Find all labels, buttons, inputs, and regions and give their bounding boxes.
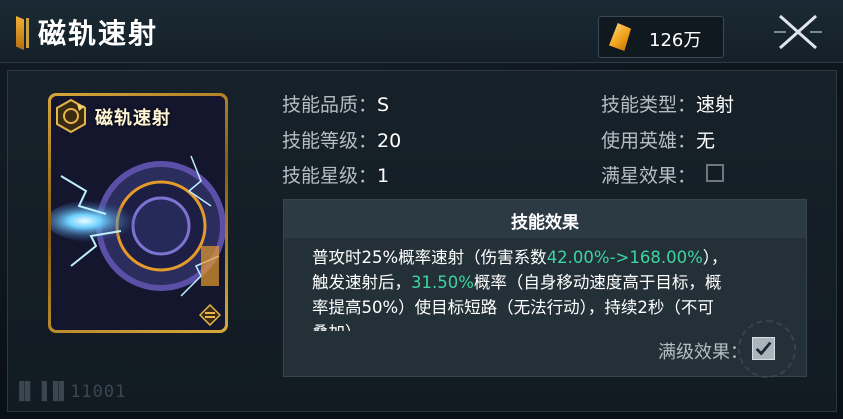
- checkmark-icon: [755, 341, 772, 356]
- title-accent: [16, 16, 24, 50]
- skill-star-value: 1: [377, 165, 390, 187]
- currency-amount: 126万: [649, 30, 702, 51]
- gold-crystal-icon: [609, 23, 631, 51]
- footer-id: ▐▌▐▐▌11001: [14, 382, 127, 402]
- close-button[interactable]: [768, 10, 828, 54]
- skill-quality-label: 技能品质：: [282, 94, 378, 116]
- close-icon: [774, 14, 822, 50]
- effect-line-2: 触发速射后，31.50%概率（自身移动速度高于目标，概: [312, 273, 722, 292]
- full-star-row: 满星效果：: [601, 161, 696, 188]
- skill-quality-value: S: [377, 94, 390, 116]
- skill-type-value: 速射: [696, 94, 735, 116]
- full-star-label: 满星效果：: [601, 165, 697, 187]
- skill-card-art-frame: 磁轨速射: [51, 96, 225, 330]
- skill-star-row: 技能星级：1: [282, 161, 389, 188]
- skill-type-row: 技能类型：速射: [601, 90, 734, 117]
- header-bar: 磁轨速射 126万: [0, 0, 843, 63]
- skill-level-row: 技能等级：20: [282, 126, 401, 153]
- skill-level-value: 20: [377, 130, 402, 152]
- skill-effect-title: 技能效果: [511, 213, 579, 233]
- skill-star-label: 技能星级：: [282, 165, 378, 187]
- damage-coefficient: 42.00%->168.00%: [546, 248, 703, 267]
- skill-level-label: 技能等级：: [282, 130, 378, 152]
- effect-line-4: 叠加）: [312, 320, 788, 331]
- effect-line-3: 率提高50%）使目标短路（无法行动），持续2秒（不可: [312, 298, 714, 317]
- hero-row: 使用英雄：无: [601, 126, 715, 153]
- skill-type-badge-icon: [56, 98, 86, 134]
- short-circuit-chance: 31.50%: [411, 273, 474, 292]
- currency-display: 126万: [598, 16, 724, 58]
- skill-effect-header: 技能效果: [284, 200, 806, 238]
- hero-value: 无: [696, 130, 716, 152]
- skill-type-label: 技能类型：: [601, 94, 697, 116]
- page-title: 磁轨速射: [38, 17, 159, 50]
- skill-effect-description[interactable]: 普攻时25%概率速射（伤害系数42.00%->168.00%）， 触发速射后，3…: [312, 245, 788, 331]
- skill-card-title: 磁轨速射: [95, 108, 171, 129]
- hero-label: 使用英雄：: [601, 130, 697, 152]
- skill-quality-row: 技能品质：S: [282, 90, 389, 117]
- title-accent-line: [26, 18, 29, 48]
- max-level-label: 满级效果：: [658, 342, 748, 363]
- max-level-checkbox[interactable]: [752, 337, 775, 360]
- full-star-checkbox[interactable]: [706, 164, 724, 182]
- rank-chevron-icon: [199, 304, 221, 326]
- effect-line-1: 普攻时25%概率速射（伤害系数42.00%->168.00%），: [312, 248, 728, 267]
- skill-card: 磁轨速射: [48, 93, 228, 333]
